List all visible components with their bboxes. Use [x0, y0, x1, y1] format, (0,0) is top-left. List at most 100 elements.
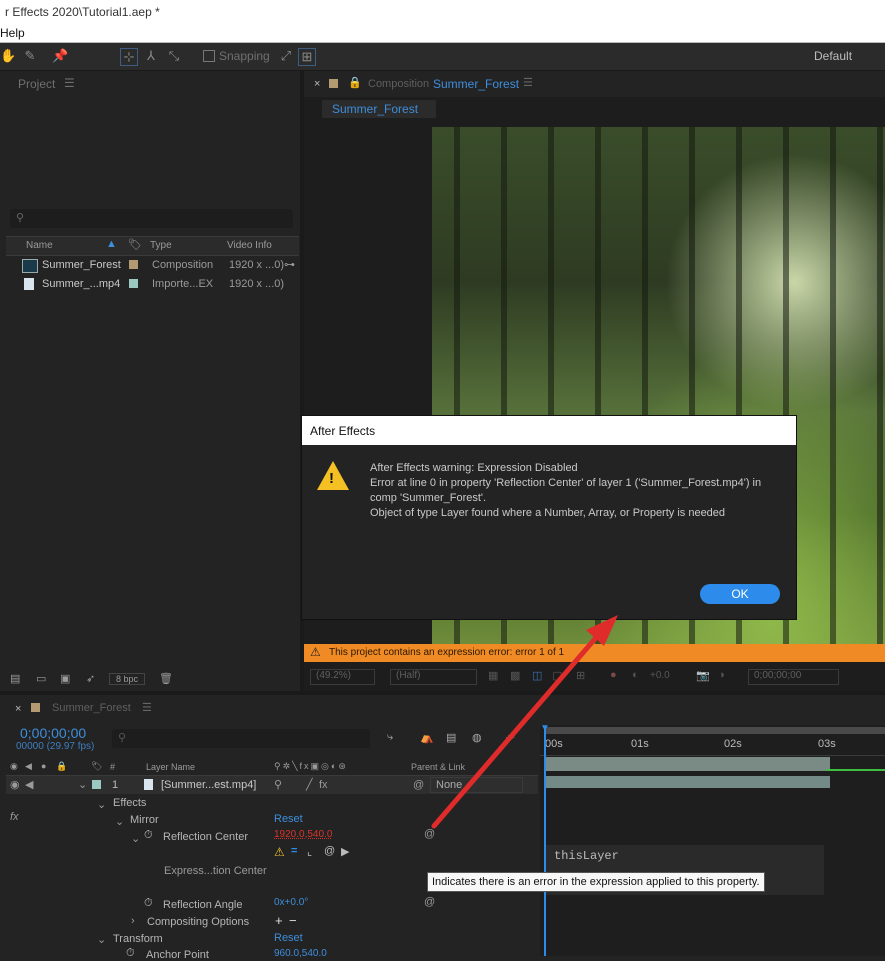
- col-layer-name[interactable]: Layer Name: [146, 762, 195, 772]
- snap-edge-icon[interactable]: ⤢: [278, 48, 294, 64]
- expression-language-menu-icon[interactable]: ▶: [341, 845, 349, 858]
- reflection-center-value[interactable]: 1920.0,540.0: [274, 829, 332, 840]
- frame-blending-icon[interactable]: ◍: [472, 731, 482, 744]
- expression-pickwhip-icon[interactable]: @: [324, 845, 335, 857]
- visibility-eye-icon[interactable]: ◉: [10, 776, 20, 794]
- reflection-angle-value[interactable]: 0x+0.0°: [274, 897, 308, 908]
- col-number[interactable]: #: [110, 762, 115, 772]
- mask-visibility-icon[interactable]: ◫: [532, 669, 542, 682]
- time-graph[interactable]: 00s 01s 02s 03s thisLayer ▼: [540, 723, 885, 956]
- close-icon[interactable]: ×: [314, 78, 320, 90]
- trash-icon[interactable]: 🗑: [159, 672, 173, 685]
- comp-breadcrumb-tab[interactable]: Summer_Forest: [322, 100, 436, 118]
- region-of-interest-icon[interactable]: ▢: [552, 669, 562, 682]
- project-item-row[interactable]: Summer_...mp4 Importe...EX 1920 x ...0): [0, 275, 300, 293]
- playhead-handle[interactable]: ▼: [540, 723, 550, 734]
- mirror-reset-link[interactable]: Reset: [274, 813, 303, 825]
- expand-arrow-icon[interactable]: ⌄: [78, 776, 87, 794]
- viewer-timecode[interactable]: 0;00;00;00: [748, 669, 839, 685]
- transform-group-label[interactable]: Transform: [113, 933, 163, 945]
- hand-tool-icon[interactable]: ✋: [0, 48, 16, 64]
- layer-duration-bar[interactable]: [544, 757, 830, 771]
- col-name[interactable]: Name: [26, 240, 53, 251]
- show-snapshot-icon[interactable]: ◑: [718, 669, 725, 681]
- project-item-row[interactable]: Summer_Forest Composition 1920 x ...0) ⊶: [0, 256, 300, 274]
- stopwatch-icon[interactable]: ⏱: [144, 829, 153, 842]
- resolution-dropdown[interactable]: (Half): [390, 669, 477, 685]
- snapshot-icon[interactable]: 📷: [696, 669, 710, 682]
- layer-name[interactable]: [Summer...est.mp4]: [161, 776, 256, 794]
- reflection-center-expand-icon[interactable]: ⌄: [131, 832, 140, 845]
- flowchart-icon[interactable]: ⊶: [284, 256, 295, 274]
- fx-icon[interactable]: fx: [10, 811, 19, 823]
- lock-icon[interactable]: 🔒: [348, 76, 362, 89]
- stopwatch-icon[interactable]: ⏱: [144, 897, 153, 910]
- project-search-input[interactable]: ⚲: [10, 209, 293, 228]
- interpret-footage-icon[interactable]: ▤: [10, 672, 20, 685]
- fast-previews-icon[interactable]: ▦: [488, 669, 498, 682]
- timeline-search-input[interactable]: ⚲: [112, 729, 370, 748]
- ok-button[interactable]: OK: [700, 584, 780, 604]
- panel-menu-icon[interactable]: ☰: [523, 76, 533, 89]
- view-axis-icon[interactable]: ⤡: [166, 48, 182, 64]
- transform-expand-icon[interactable]: ⌄: [97, 933, 106, 946]
- layer-track[interactable]: [544, 776, 830, 788]
- work-area-bar[interactable]: [544, 727, 885, 734]
- render-icon[interactable]: ➶: [86, 672, 95, 685]
- puppet-pin-icon[interactable]: 📌: [52, 48, 68, 64]
- world-axis-icon[interactable]: ⅄: [143, 48, 159, 64]
- label-column-icon[interactable]: 🏷: [91, 761, 102, 772]
- anchor-point-value[interactable]: 960.0,540.0: [274, 948, 327, 959]
- local-axis-icon[interactable]: ⊹: [120, 48, 138, 66]
- label-column-icon[interactable]: 🏷: [128, 238, 142, 251]
- mirror-effect-label[interactable]: Mirror: [130, 814, 159, 826]
- video-visibility-icon[interactable]: ◉: [10, 761, 18, 772]
- expression-graph-icon[interactable]: ⌞: [307, 845, 312, 858]
- expression-text[interactable]: thisLayer: [554, 849, 619, 863]
- effects-expand-icon[interactable]: ⌄: [97, 798, 106, 811]
- time-ruler[interactable]: 00s 01s 02s 03s: [540, 735, 885, 756]
- pickwhip-icon[interactable]: @: [424, 896, 435, 908]
- col-type[interactable]: Type: [150, 240, 172, 251]
- effects-switch-icon[interactable]: fx: [319, 776, 328, 794]
- panel-menu-icon[interactable]: ☰: [64, 76, 75, 90]
- quality-switch-icon[interactable]: ╱: [306, 776, 313, 794]
- col-parent-link[interactable]: Parent & Link: [411, 762, 465, 772]
- mirror-expand-icon[interactable]: ⌄: [115, 815, 124, 828]
- current-time-display[interactable]: 0;00;00;00: [20, 725, 86, 741]
- bpc-button[interactable]: 8 bpc: [109, 673, 146, 685]
- menu-help[interactable]: Help: [0, 24, 25, 42]
- new-composition-icon[interactable]: ▣: [60, 672, 70, 685]
- grid-guides-icon[interactable]: ⊞: [576, 669, 585, 682]
- add-mask-icon[interactable]: +: [275, 913, 283, 928]
- pickwhip-icon[interactable]: @: [413, 776, 424, 794]
- channels-icon[interactable]: ●: [610, 669, 617, 681]
- expression-error-icon[interactable]: ⚠: [274, 845, 285, 859]
- audio-speaker-icon[interactable]: ◀: [25, 776, 33, 794]
- expression-enable-icon[interactable]: =: [291, 845, 297, 857]
- parent-dropdown[interactable]: None: [430, 777, 523, 793]
- effects-group-label[interactable]: Effects: [113, 797, 146, 809]
- compositing-expand-icon[interactable]: ›: [131, 915, 135, 927]
- remove-mask-icon[interactable]: −: [289, 913, 297, 928]
- compositing-options-label[interactable]: Compositing Options: [147, 916, 249, 928]
- draft-3d-icon[interactable]: ⛺: [420, 731, 434, 744]
- stopwatch-icon[interactable]: ⏱: [126, 947, 135, 960]
- exposure-icon[interactable]: ◐: [632, 669, 639, 681]
- playhead[interactable]: [544, 727, 546, 956]
- solo-icon[interactable]: ●: [41, 761, 46, 771]
- comp-panel-name[interactable]: Summer_Forest: [433, 77, 519, 91]
- snap-grid-icon[interactable]: ⊞: [298, 48, 316, 66]
- hide-shy-layers-icon[interactable]: ▤: [446, 731, 456, 744]
- graph-editor-icon[interactable]: ⌯: [506, 731, 515, 744]
- transform-reset-link[interactable]: Reset: [274, 932, 303, 944]
- exposure-value[interactable]: +0.0: [650, 670, 670, 681]
- pen-tool-icon[interactable]: ✎: [22, 48, 38, 64]
- col-video-info[interactable]: Video Info: [227, 240, 272, 251]
- timeline-tab[interactable]: Summer_Forest: [52, 702, 131, 714]
- transparency-grid-icon[interactable]: ▩: [510, 669, 520, 682]
- workspace-default[interactable]: Default: [814, 49, 852, 63]
- layer-row[interactable]: ◉ ◀ ⌄ 1 [Summer...est.mp4] ⚲ ╱ fx @ None: [6, 776, 538, 794]
- shy-switch-icon[interactable]: ⚲: [274, 776, 282, 794]
- composition-mini-flowchart-icon[interactable]: ⤷: [387, 731, 393, 744]
